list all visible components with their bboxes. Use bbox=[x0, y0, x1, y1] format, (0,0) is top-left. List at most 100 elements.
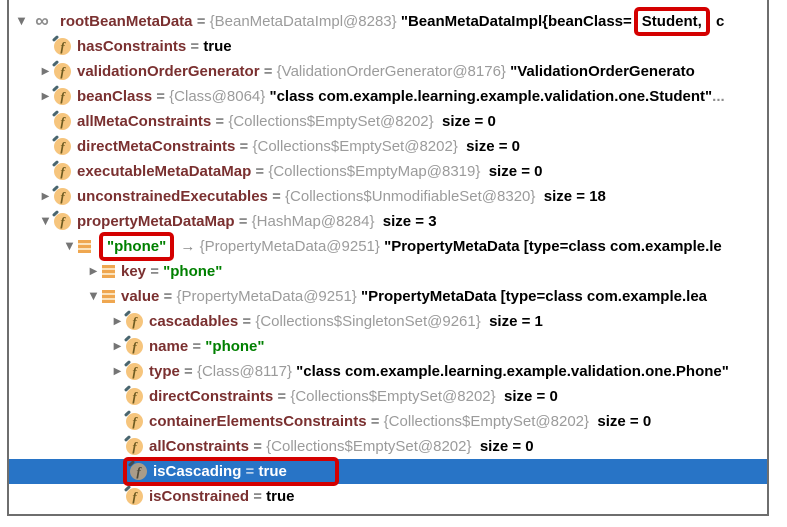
row-segment: {BeanMetaDataImpl@8283} bbox=[210, 13, 401, 30]
expand-arrow-icon[interactable]: ▶ bbox=[85, 266, 102, 277]
field-icon: f bbox=[54, 163, 71, 180]
row-segment: {Collections$EmptySet@8202} bbox=[252, 138, 457, 155]
row-segment: value bbox=[121, 288, 159, 305]
field-icon: f bbox=[126, 363, 143, 380]
row-segment: {PropertyMetaData@9251} bbox=[176, 288, 361, 305]
field-icon: f bbox=[126, 338, 143, 355]
row-segment: isConstrained bbox=[149, 488, 249, 505]
expand-arrow-icon[interactable]: ▶ bbox=[109, 341, 126, 352]
map-entry-icon bbox=[102, 265, 115, 278]
row-segment: {Collections$EmptySet@8202} bbox=[384, 413, 589, 430]
row-segment: true bbox=[203, 38, 231, 55]
field-icon: f bbox=[126, 438, 143, 455]
row-segment: {Collections$EmptySet@8202} bbox=[290, 388, 495, 405]
row-segment: type bbox=[149, 363, 180, 380]
variables-panel: ▼∞rootBeanMetaData = {BeanMetaDataImpl@8… bbox=[7, 0, 769, 516]
variables-tree: ▼∞rootBeanMetaData = {BeanMetaDataImpl@8… bbox=[9, 9, 767, 509]
row-segment: beanClass bbox=[77, 88, 152, 105]
collapse-arrow-icon[interactable]: ▼ bbox=[61, 241, 78, 252]
row-segment: {PropertyMetaData@9251} bbox=[200, 238, 385, 255]
row-segment: {Class@8117} bbox=[197, 363, 296, 380]
tree-row-key[interactable]: ▶ key = "phone" bbox=[9, 259, 767, 284]
row-segment: = bbox=[180, 363, 197, 380]
row-segment: size = 0 bbox=[434, 113, 496, 130]
tree-row-allConstraints[interactable]: f allConstraints = {Collections$EmptySet@… bbox=[9, 434, 767, 459]
row-segment: size = 0 bbox=[472, 438, 534, 455]
collapse-arrow-icon[interactable]: ▼ bbox=[37, 216, 54, 227]
watch-icon: ∞ bbox=[30, 9, 54, 34]
row-segment: name bbox=[149, 338, 188, 355]
row-segment: = bbox=[146, 263, 163, 280]
row-segment: c bbox=[712, 13, 725, 30]
tree-row-type[interactable]: ▶ftype = {Class@8117} "class com.example… bbox=[9, 359, 767, 384]
row-segment: true bbox=[258, 463, 286, 480]
field-icon: f bbox=[54, 213, 71, 230]
tree-row-allMetaConstraints[interactable]: fallMetaConstraints = {Collections$Empty… bbox=[9, 109, 767, 134]
tree-row-validationOrderGenerator[interactable]: ▶fvalidationOrderGenerator = {Validation… bbox=[9, 59, 767, 84]
expand-arrow-icon[interactable]: ▶ bbox=[109, 366, 126, 377]
row-segment: executableMetaDataMap bbox=[77, 163, 251, 180]
field-icon: f bbox=[54, 188, 71, 205]
expand-arrow-icon[interactable]: ▶ bbox=[37, 191, 54, 202]
row-segment: = bbox=[268, 188, 285, 205]
tree-row-isCascading[interactable]: fisCascading = true bbox=[9, 459, 767, 484]
row-segment: = bbox=[249, 488, 266, 505]
row-segment: = bbox=[188, 338, 205, 355]
annotation-box-segment: "phone" bbox=[99, 232, 174, 261]
row-segment: {Collections$EmptySet@8202} bbox=[266, 438, 471, 455]
row-segment: "PropertyMetaData [type=class com.exampl… bbox=[361, 288, 707, 305]
tree-row-directMetaConstraints[interactable]: fdirectMetaConstraints = {Collections$Em… bbox=[9, 134, 767, 159]
row-segment: ... bbox=[712, 88, 725, 105]
row-segment: "phone" bbox=[163, 263, 222, 280]
row-segment: allConstraints bbox=[149, 438, 249, 455]
row-segment: directMetaConstraints bbox=[77, 138, 235, 155]
row-segment: "ValidationOrderGenerato bbox=[510, 63, 695, 80]
row-segment: = bbox=[193, 13, 210, 30]
row-segment: containerElementsConstraints bbox=[149, 413, 367, 430]
tree-row-directConstraints[interactable]: fdirectConstraints = {Collections$EmptyS… bbox=[9, 384, 767, 409]
row-segment: {HashMap@8284} bbox=[252, 213, 375, 230]
row-segment: allMetaConstraints bbox=[77, 113, 211, 130]
row-segment: → bbox=[176, 238, 199, 255]
row-segment: key bbox=[121, 263, 146, 280]
row-segment: {Collections$EmptyMap@8319} bbox=[268, 163, 480, 180]
tree-row-beanClass[interactable]: ▶fbeanClass = {Class@8064} "class com.ex… bbox=[9, 84, 767, 109]
tree-row-cascadables[interactable]: ▶fcascadables = {Collections$SingletonSe… bbox=[9, 309, 767, 334]
tree-row-isConstrained[interactable]: f isConstrained = true bbox=[9, 484, 767, 509]
collapse-arrow-icon[interactable]: ▼ bbox=[85, 291, 102, 302]
tree-row-propertyMetaDataMap[interactable]: ▼fpropertyMetaDataMap = {HashMap@8284} s… bbox=[9, 209, 767, 234]
row-segment: true bbox=[266, 488, 294, 505]
tree-row-name[interactable]: ▶fname = "phone" bbox=[9, 334, 767, 359]
field-icon: f bbox=[126, 313, 143, 330]
row-segment: = bbox=[249, 438, 266, 455]
field-icon: f bbox=[54, 38, 71, 55]
row-segment: size = 3 bbox=[374, 213, 436, 230]
row-segment: "PropertyMetaData [type=class com.exampl… bbox=[384, 238, 722, 255]
field-icon: f bbox=[126, 488, 143, 505]
annotation-box: fisCascading = true bbox=[123, 457, 339, 486]
expand-arrow-icon[interactable]: ▶ bbox=[37, 66, 54, 77]
field-icon: f bbox=[54, 138, 71, 155]
map-entry-icon bbox=[102, 290, 115, 303]
row-segment: {Collections$SingletonSet@9261} bbox=[255, 313, 480, 330]
row-segment: unconstrainedExecutables bbox=[77, 188, 268, 205]
row-segment: = bbox=[159, 288, 176, 305]
tree-row-unconstrainedExecutables[interactable]: ▶f unconstrainedExecutables = {Collection… bbox=[9, 184, 767, 209]
map-entry-icon bbox=[78, 240, 91, 253]
tree-row-hasConstraints[interactable]: fhasConstraints = true bbox=[9, 34, 767, 59]
tree-row-rootBeanMetaData[interactable]: ▼∞rootBeanMetaData = {BeanMetaDataImpl@8… bbox=[9, 9, 767, 34]
row-segment: "class com.example.learning.example.vali… bbox=[269, 88, 712, 105]
row-segment: "phone" bbox=[205, 338, 264, 355]
row-segment: = bbox=[260, 63, 277, 80]
row-segment: {Collections$UnmodifiableSet@8320} bbox=[285, 188, 535, 205]
tree-row-containerElementsConstraints[interactable]: fcontainerElementsConstraints = {Collect… bbox=[9, 409, 767, 434]
annotation-box-segment: Student, bbox=[634, 7, 710, 36]
expand-arrow-icon[interactable]: ▶ bbox=[109, 316, 126, 327]
row-segment: = bbox=[235, 213, 252, 230]
row-segment: = bbox=[273, 388, 290, 405]
expand-arrow-icon[interactable]: ▶ bbox=[37, 91, 54, 102]
tree-row-value[interactable]: ▼ value = {PropertyMetaData@9251} "Proper… bbox=[9, 284, 767, 309]
tree-row-entry-phone[interactable]: ▼ "phone" → {PropertyMetaData@9251} "Prop… bbox=[9, 234, 767, 259]
collapse-arrow-icon[interactable]: ▼ bbox=[13, 16, 30, 27]
tree-row-executableMetaDataMap[interactable]: fexecutableMetaDataMap = {Collections$Em… bbox=[9, 159, 767, 184]
